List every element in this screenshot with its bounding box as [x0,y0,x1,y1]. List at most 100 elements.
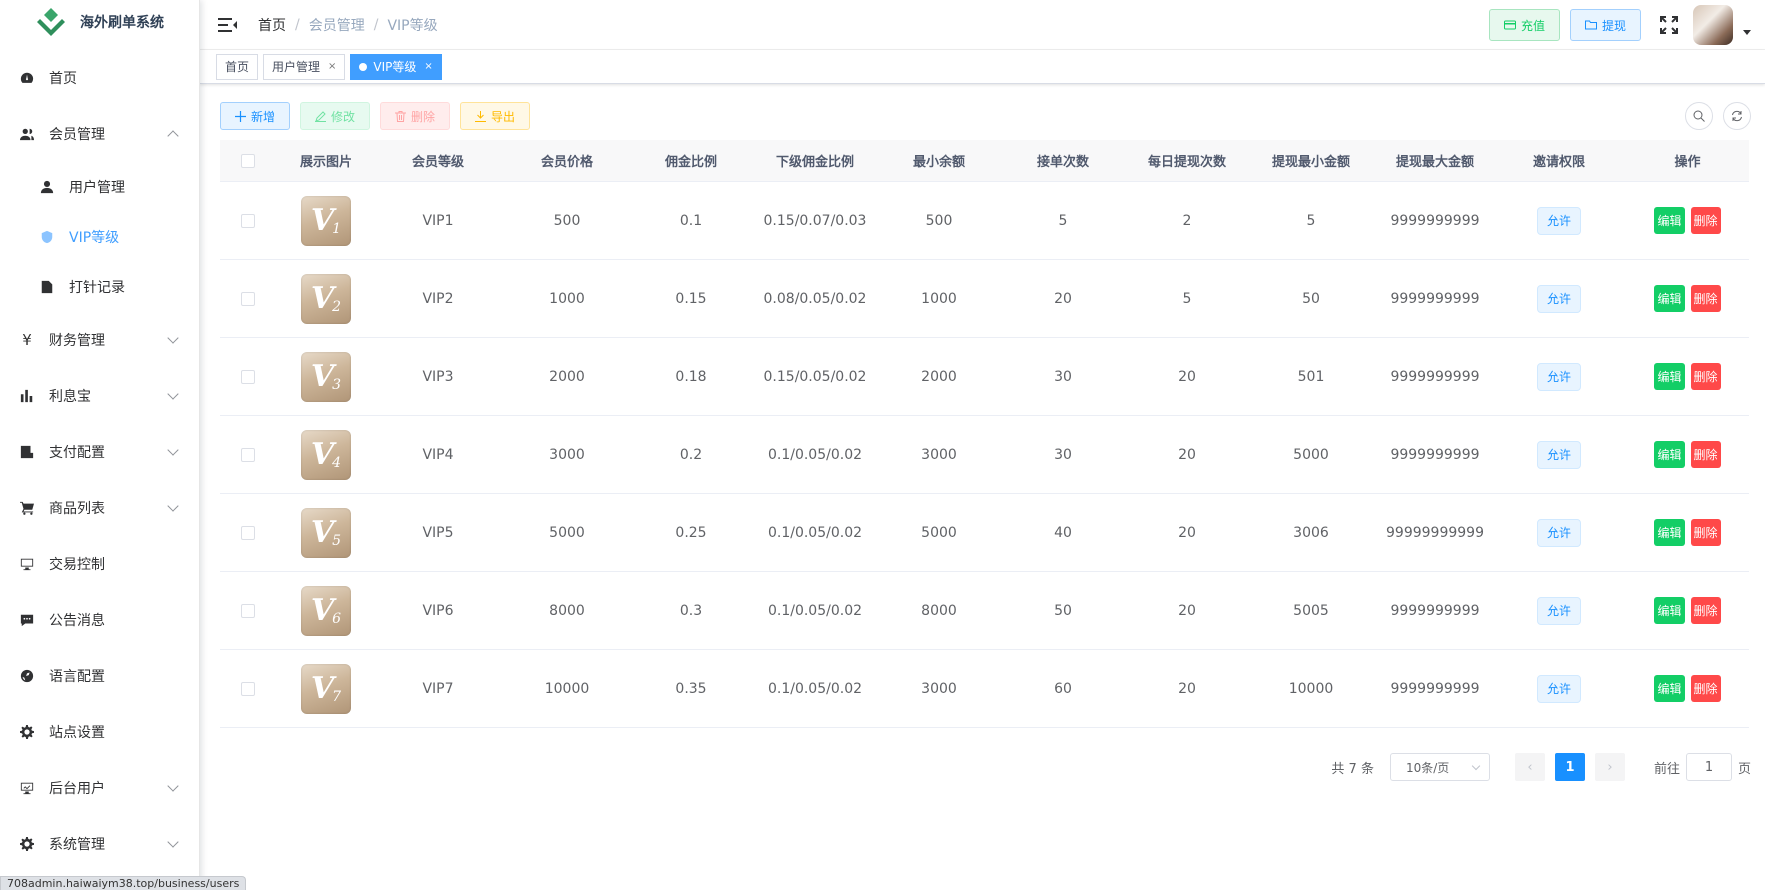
sidebar-item-trade-control[interactable]: 交易控制 [0,536,199,592]
breadcrumb-home[interactable]: 首页 [258,15,286,35]
refresh-button[interactable] [1723,102,1751,130]
sidebar-item-members[interactable]: 会员管理 [0,106,199,162]
sidebar-item-payment-config[interactable]: 支付配置 [0,424,199,480]
row-checkbox[interactable] [241,369,255,384]
vip-level-table: 展示图片 会员等级 会员价格 佣金比例 下级佣金比例 最小余额 接单次数 每日提… [220,140,1749,728]
tag-home[interactable]: 首页 [216,53,259,80]
tag-label: VIP等级 [373,60,417,74]
row-edit-button[interactable]: 编辑 [1654,285,1685,312]
close-icon[interactable]: × [424,61,432,72]
select-all-checkbox[interactable] [241,153,255,168]
search-toggle-button[interactable] [1685,102,1713,130]
cell-orders: 30 [1054,446,1072,463]
row-edit-button[interactable]: 编辑 [1654,675,1685,702]
sidebar-item-home[interactable]: 首页 [0,50,199,106]
row-edit-button[interactable]: 编辑 [1654,597,1685,624]
sidebar-item-site-settings[interactable]: 站点设置 [0,704,199,760]
close-icon[interactable]: × [328,61,336,72]
avatar[interactable] [1693,5,1733,45]
sidebar-item-announcements[interactable]: 公告消息 [0,592,199,648]
invite-badge[interactable]: 允许 [1536,206,1581,235]
row-edit-button[interactable]: 编辑 [1654,519,1685,546]
row-checkbox[interactable] [241,525,255,540]
cell-orders: 5 [1058,212,1068,229]
cell-daily-withdraw: 5 [1182,290,1192,307]
cell-ratio: 0.35 [675,680,707,697]
invite-badge[interactable]: 允许 [1536,440,1581,469]
table-row: V2 VIP2 1000 0.15 0.08/0.05/0.02 1000 20… [220,260,1749,338]
row-checkbox[interactable] [241,603,255,618]
breadcrumb-current: VIP等级 [387,17,438,34]
vip-image: V7 [301,663,351,714]
caret-down-icon[interactable] [1743,29,1751,35]
cell-level: VIP7 [422,680,454,697]
next-page-button[interactable]: › [1594,753,1625,781]
row-edit-button[interactable]: 编辑 [1654,363,1685,390]
invite-badge[interactable]: 允许 [1536,596,1581,625]
cell-withdraw-min: 501 [1297,368,1325,385]
monitor-icon [20,557,34,571]
table-row: V1 VIP1 500 0.1 0.15/0.07/0.03 500 5 2 5… [220,182,1749,260]
row-checkbox[interactable] [241,447,255,462]
sidebar-item-finance[interactable]: ¥ 财务管理 [0,312,199,368]
fullscreen-icon[interactable] [1659,15,1679,35]
row-checkbox[interactable] [241,681,255,696]
add-button[interactable]: 新增 [220,102,291,130]
row-delete-button[interactable]: 删除 [1690,675,1721,702]
page-size-value: 10条/页 [1405,760,1450,775]
row-delete-button[interactable]: 删除 [1690,519,1721,546]
active-dot-icon [359,62,368,71]
sidebar-item-label: 后台用户 [49,781,105,797]
tag-label: 首页 [225,60,250,74]
row-delete-button[interactable]: 删除 [1690,285,1721,312]
row-edit-button[interactable]: 编辑 [1654,441,1685,468]
row-delete-button[interactable]: 删除 [1690,207,1721,234]
cell-price: 1000 [549,290,585,307]
tags-view: 首页 用户管理 × VIP等级 × [200,50,1765,84]
vip-image: V6 [301,585,351,636]
column-header: 最小余额 [912,155,965,170]
column-header: 佣金比例 [664,155,717,170]
sidebar-item-user-management[interactable]: 用户管理 [0,162,199,212]
refresh-icon [1732,110,1742,122]
recharge-button[interactable]: 充值 [1488,9,1560,41]
sidebar-item-label: 站点设置 [49,725,105,741]
goto-page-input[interactable] [1685,753,1732,781]
export-button[interactable]: 导出 [460,102,531,130]
sidebar-item-interest[interactable]: 利息宝 [0,368,199,424]
cell-ratio: 0.15 [675,290,707,307]
sidebar: 海外刷单系统 首页 会员管理 用户管理 VIP等级 打针记录 ¥ 财务管理 利息… [0,0,200,890]
prev-page-button[interactable]: ‹ [1514,753,1545,781]
user-group-icon [20,127,34,141]
row-delete-button[interactable]: 删除 [1690,441,1721,468]
sidebar-item-system[interactable]: 系统管理 [0,816,199,872]
invite-badge[interactable]: 允许 [1536,284,1581,313]
row-checkbox[interactable] [241,213,255,228]
cell-withdraw-min: 5005 [1293,602,1329,619]
cell-level: VIP1 [422,212,454,229]
hamburger-icon[interactable] [218,17,237,32]
page-number-button[interactable]: 1 [1554,753,1585,781]
sidebar-item-language[interactable]: 语言配置 [0,648,199,704]
row-edit-button[interactable]: 编辑 [1654,207,1685,234]
sidebar-item-products[interactable]: 商品列表 [0,480,199,536]
page-size-select[interactable]: 10条/页 [1389,753,1490,781]
tag-vip-level[interactable]: VIP等级 × [350,53,442,80]
cell-sub-ratio: 0.1/0.05/0.02 [767,524,863,541]
sidebar-item-vip-level[interactable]: VIP等级 [0,212,199,262]
cell-sub-ratio: 0.1/0.05/0.02 [767,602,863,619]
invite-badge[interactable]: 允许 [1536,674,1581,703]
sidebar-item-admin-users[interactable]: 后台用户 [0,760,199,816]
chevron-down-icon [167,444,179,456]
row-delete-button[interactable]: 删除 [1690,597,1721,624]
logo[interactable]: 海外刷单系统 [0,0,199,44]
invite-badge[interactable]: 允许 [1536,518,1581,547]
row-delete-button[interactable]: 删除 [1690,363,1721,390]
navbar: 首页 / 会员管理 / VIP等级 充值 提现 [200,0,1765,50]
withdraw-button[interactable]: 提现 [1569,9,1641,41]
sidebar-item-injection-records[interactable]: 打针记录 [0,262,199,312]
edit-button: 修改 [300,102,371,130]
tag-user-management[interactable]: 用户管理 × [263,53,346,80]
invite-badge[interactable]: 允许 [1536,362,1581,391]
row-checkbox[interactable] [241,291,255,306]
